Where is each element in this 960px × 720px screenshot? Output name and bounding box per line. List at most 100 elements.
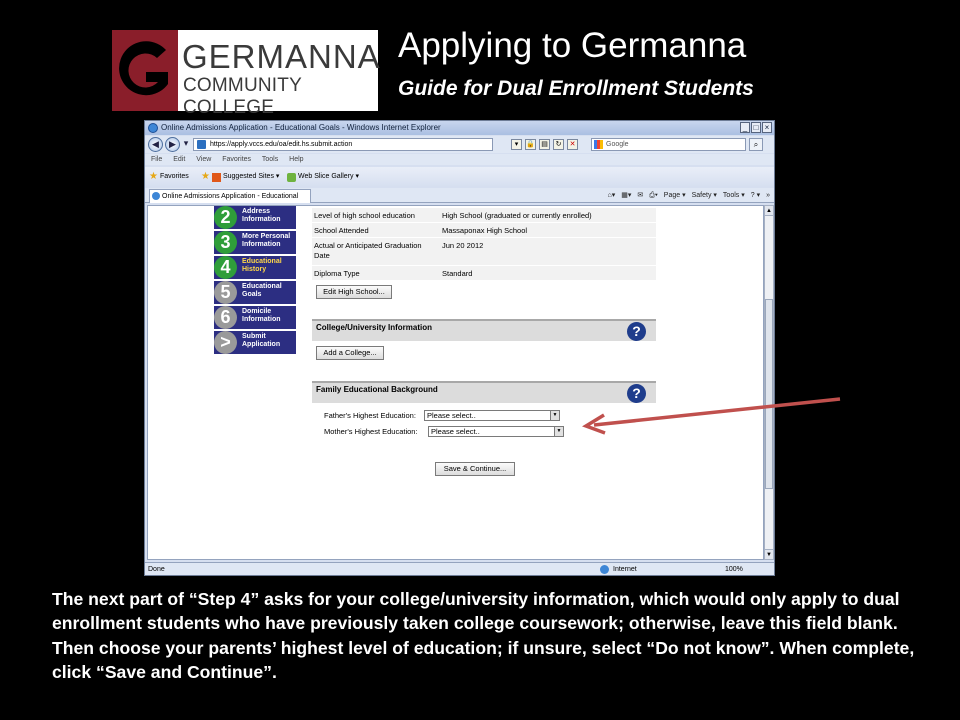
compatibility-icon[interactable]: ▤ <box>539 139 550 150</box>
row-value: Jun 20 2012 <box>442 241 484 250</box>
step-number: 3 <box>214 231 237 254</box>
dropdown-icon[interactable]: ▾ <box>511 139 522 150</box>
search-icon[interactable]: ⌕ <box>749 138 763 151</box>
college-section-header: College/University Information ? <box>312 319 656 341</box>
page-menu[interactable]: Page ▾ <box>664 190 686 202</box>
print-icon[interactable]: ⎙▾ <box>649 190 658 202</box>
logo-subtitle: COMMUNITY COLLEGE <box>183 75 302 118</box>
status-text: Done <box>148 566 165 573</box>
address-url: https://apply.vccs.edu/oa/edit.hs.submit… <box>210 141 353 148</box>
refresh-icon[interactable]: ↻ <box>553 139 564 150</box>
web-slice-gallery-link[interactable]: Web Slice Gallery ▾ <box>287 167 359 187</box>
slide-subtitle: Guide for Dual Enrollment Students <box>398 77 754 100</box>
instructions-text: The next part of “Step 4” asks for your … <box>52 589 915 683</box>
father-education-select[interactable]: Please select.. ▼ <box>424 410 560 421</box>
menu-edit[interactable]: Edit <box>173 156 185 163</box>
step-educational-goals[interactable]: 5 Educational Goals <box>214 281 296 304</box>
search-placeholder: Google <box>606 141 629 148</box>
favorites-button[interactable]: ★ Favorites <box>149 167 189 187</box>
table-row: Diploma Type Standard <box>312 266 656 281</box>
germanna-logo: GERMANNA COMMUNITY COLLEGE <box>112 30 380 118</box>
step-address[interactable]: 2 Address Information <box>214 206 296 229</box>
search-input[interactable]: Google <box>591 138 746 151</box>
google-icon <box>594 140 603 149</box>
vertical-scrollbar[interactable]: ▲ ▼ <box>764 205 774 560</box>
menu-favorites[interactable]: Favorites <box>222 156 251 163</box>
globe-icon <box>600 565 609 574</box>
menu-help[interactable]: Help <box>289 156 303 163</box>
mail-icon[interactable]: ✉ <box>637 190 643 202</box>
suggested-sites-link[interactable]: ★ Suggested Sites ▾ <box>201 167 279 187</box>
add-favorite-icon: ★ <box>201 171 210 182</box>
family-section-title: Family Educational Background <box>316 385 438 394</box>
tab-page-icon <box>152 192 160 200</box>
zoom-level[interactable]: 100% <box>725 563 743 575</box>
step-submit[interactable]: > Submit Application <box>214 331 296 354</box>
home-icon[interactable]: ⌂▾ <box>607 190 615 202</box>
forward-icon[interactable]: ▶ <box>165 137 180 152</box>
step-label: More Personal Information <box>242 233 291 248</box>
history-dropdown-icon[interactable]: ▾ <box>181 137 191 152</box>
row-key: Actual or Anticipated Graduation Date <box>314 241 422 260</box>
web-slice-label: Web Slice Gallery ▾ <box>298 173 359 180</box>
address-row: ◀ ▶ ▾ https://apply.vccs.edu/oa/edit.hs.… <box>145 136 774 153</box>
high-school-table: Level of high school education High Scho… <box>312 208 656 281</box>
step-personal[interactable]: 3 More Personal Information <box>214 231 296 254</box>
window-title: Online Admissions Application - Educatio… <box>161 123 441 132</box>
table-row: School Attended Massaponax High School <box>312 223 656 238</box>
menu-file[interactable]: File <box>151 156 162 163</box>
help-icon[interactable]: ? <box>627 322 646 341</box>
maximize-button[interactable]: □ <box>751 122 761 133</box>
favorites-label: Favorites <box>159 173 189 180</box>
step-label: Educational Goals <box>242 283 282 298</box>
step-label: Address Information <box>242 208 281 223</box>
menu-view[interactable]: View <box>196 156 211 163</box>
help-icon[interactable]: ? <box>627 384 646 403</box>
edit-high-school-button[interactable]: Edit High School... <box>316 285 392 299</box>
close-button[interactable]: × <box>762 122 772 133</box>
mother-education-select[interactable]: Please select.. ▼ <box>428 426 564 437</box>
suggested-sites-icon <box>211 172 221 182</box>
step-label: Educational History <box>242 258 282 273</box>
command-bar: ⌂▾ ▦▾ ✉ ⎙▾ Page ▾ Safety ▾ Tools ▾ ? ▾ » <box>607 190 770 202</box>
address-bar[interactable]: https://apply.vccs.edu/oa/edit.hs.submit… <box>193 138 493 151</box>
scroll-thumb[interactable] <box>765 299 773 489</box>
security-zone: Internet <box>613 566 637 573</box>
chevron-more-icon[interactable]: » <box>766 190 770 202</box>
lock-icon[interactable]: 🔒 <box>525 139 536 150</box>
star-icon: ★ <box>149 171 158 182</box>
row-key: Level of high school education <box>314 211 415 220</box>
slide-title: Applying to Germanna <box>398 26 747 65</box>
browser-window: Online Admissions Application - Educatio… <box>144 120 775 576</box>
tab-row: Online Admissions Application - Educatio… <box>145 188 774 213</box>
table-row: Actual or Anticipated Graduation Date Ju… <box>312 238 656 266</box>
mother-education-label: Mother's Highest Education: <box>324 427 418 436</box>
site-icon <box>197 140 206 149</box>
minimize-button[interactable]: _ <box>740 122 750 133</box>
help-menu[interactable]: ? ▾ <box>751 190 760 202</box>
scroll-down-icon[interactable]: ▼ <box>765 549 773 559</box>
chevron-down-icon: ▼ <box>554 427 563 436</box>
page-viewport: 2 Address Information 3 More Personal In… <box>147 205 764 560</box>
back-icon[interactable]: ◀ <box>148 137 163 152</box>
tools-menu[interactable]: Tools ▾ <box>723 190 745 202</box>
favorites-bar: ★ Favorites ★ Suggested Sites ▾ Web Slic… <box>145 167 774 187</box>
stop-icon[interactable]: ✕ <box>567 139 578 150</box>
safety-menu[interactable]: Safety ▾ <box>692 190 717 202</box>
step-educational-history[interactable]: 4 Educational History <box>214 256 296 279</box>
window-titlebar: Online Admissions Application - Educatio… <box>145 121 774 135</box>
feeds-icon[interactable]: ▦▾ <box>621 190 631 202</box>
row-key: Diploma Type <box>314 269 360 278</box>
menu-tools[interactable]: Tools <box>262 156 278 163</box>
add-college-button[interactable]: Add a College... <box>316 346 384 360</box>
scroll-up-icon[interactable]: ▲ <box>765 206 773 216</box>
row-value: High School (graduated or currently enro… <box>442 211 592 220</box>
step-number: 2 <box>214 206 237 229</box>
college-section-title: College/University Information <box>316 323 433 332</box>
web-slice-icon <box>287 172 296 182</box>
select-value: Please select.. <box>427 411 476 420</box>
tab-active[interactable]: Online Admissions Application - Educatio… <box>149 189 311 213</box>
save-continue-button[interactable]: Save & Continue... <box>435 462 515 476</box>
logo-g-mark <box>112 30 178 111</box>
step-domicile[interactable]: 6 Domicile Information <box>214 306 296 329</box>
